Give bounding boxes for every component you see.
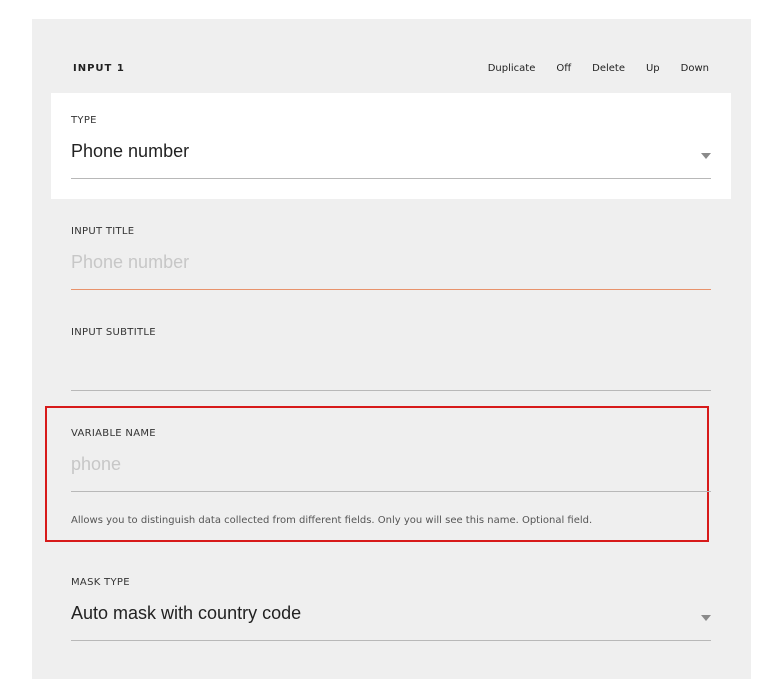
type-value: Phone number [71, 141, 190, 161]
mask-type-select[interactable]: MASK TYPE Auto mask with country code [71, 577, 711, 624]
move-down-button[interactable]: Down [681, 63, 709, 74]
mask-type-label: MASK TYPE [71, 577, 130, 588]
mask-type-value: Auto mask with country code [71, 603, 302, 623]
chevron-down-icon[interactable] [701, 153, 711, 159]
variable-name-underline [71, 491, 711, 492]
move-up-button[interactable]: Up [646, 63, 660, 74]
input-title-underline [71, 289, 711, 290]
type-select[interactable]: TYPE Phone number [71, 115, 711, 162]
type-underline [71, 178, 711, 179]
input-title-label: INPUT TITLE [71, 226, 135, 237]
input-title-field[interactable]: INPUT TITLE Phone number [71, 226, 711, 273]
duplicate-button[interactable]: Duplicate [488, 63, 536, 74]
delete-button[interactable]: Delete [592, 63, 625, 74]
input-subtitle-underline [71, 390, 711, 391]
type-label: TYPE [71, 115, 97, 126]
mask-type-underline [71, 640, 711, 641]
input-title-input[interactable]: Phone number [71, 251, 711, 273]
input-actions: Duplicate Off Delete Up Down [467, 63, 709, 74]
variable-name-input[interactable]: phone [71, 453, 711, 475]
input-header-title: INPUT 1 [73, 63, 125, 74]
variable-name-label: VARIABLE NAME [71, 428, 156, 439]
variable-name-hint: Allows you to distinguish data collected… [71, 515, 593, 526]
input-subtitle-field[interactable]: INPUT SUBTITLE [71, 327, 711, 374]
variable-name-field[interactable]: VARIABLE NAME phone [71, 428, 711, 475]
chevron-down-icon[interactable] [701, 615, 711, 621]
input-subtitle-input[interactable] [71, 352, 711, 374]
off-toggle-button[interactable]: Off [556, 63, 571, 74]
input-subtitle-label: INPUT SUBTITLE [71, 327, 156, 338]
